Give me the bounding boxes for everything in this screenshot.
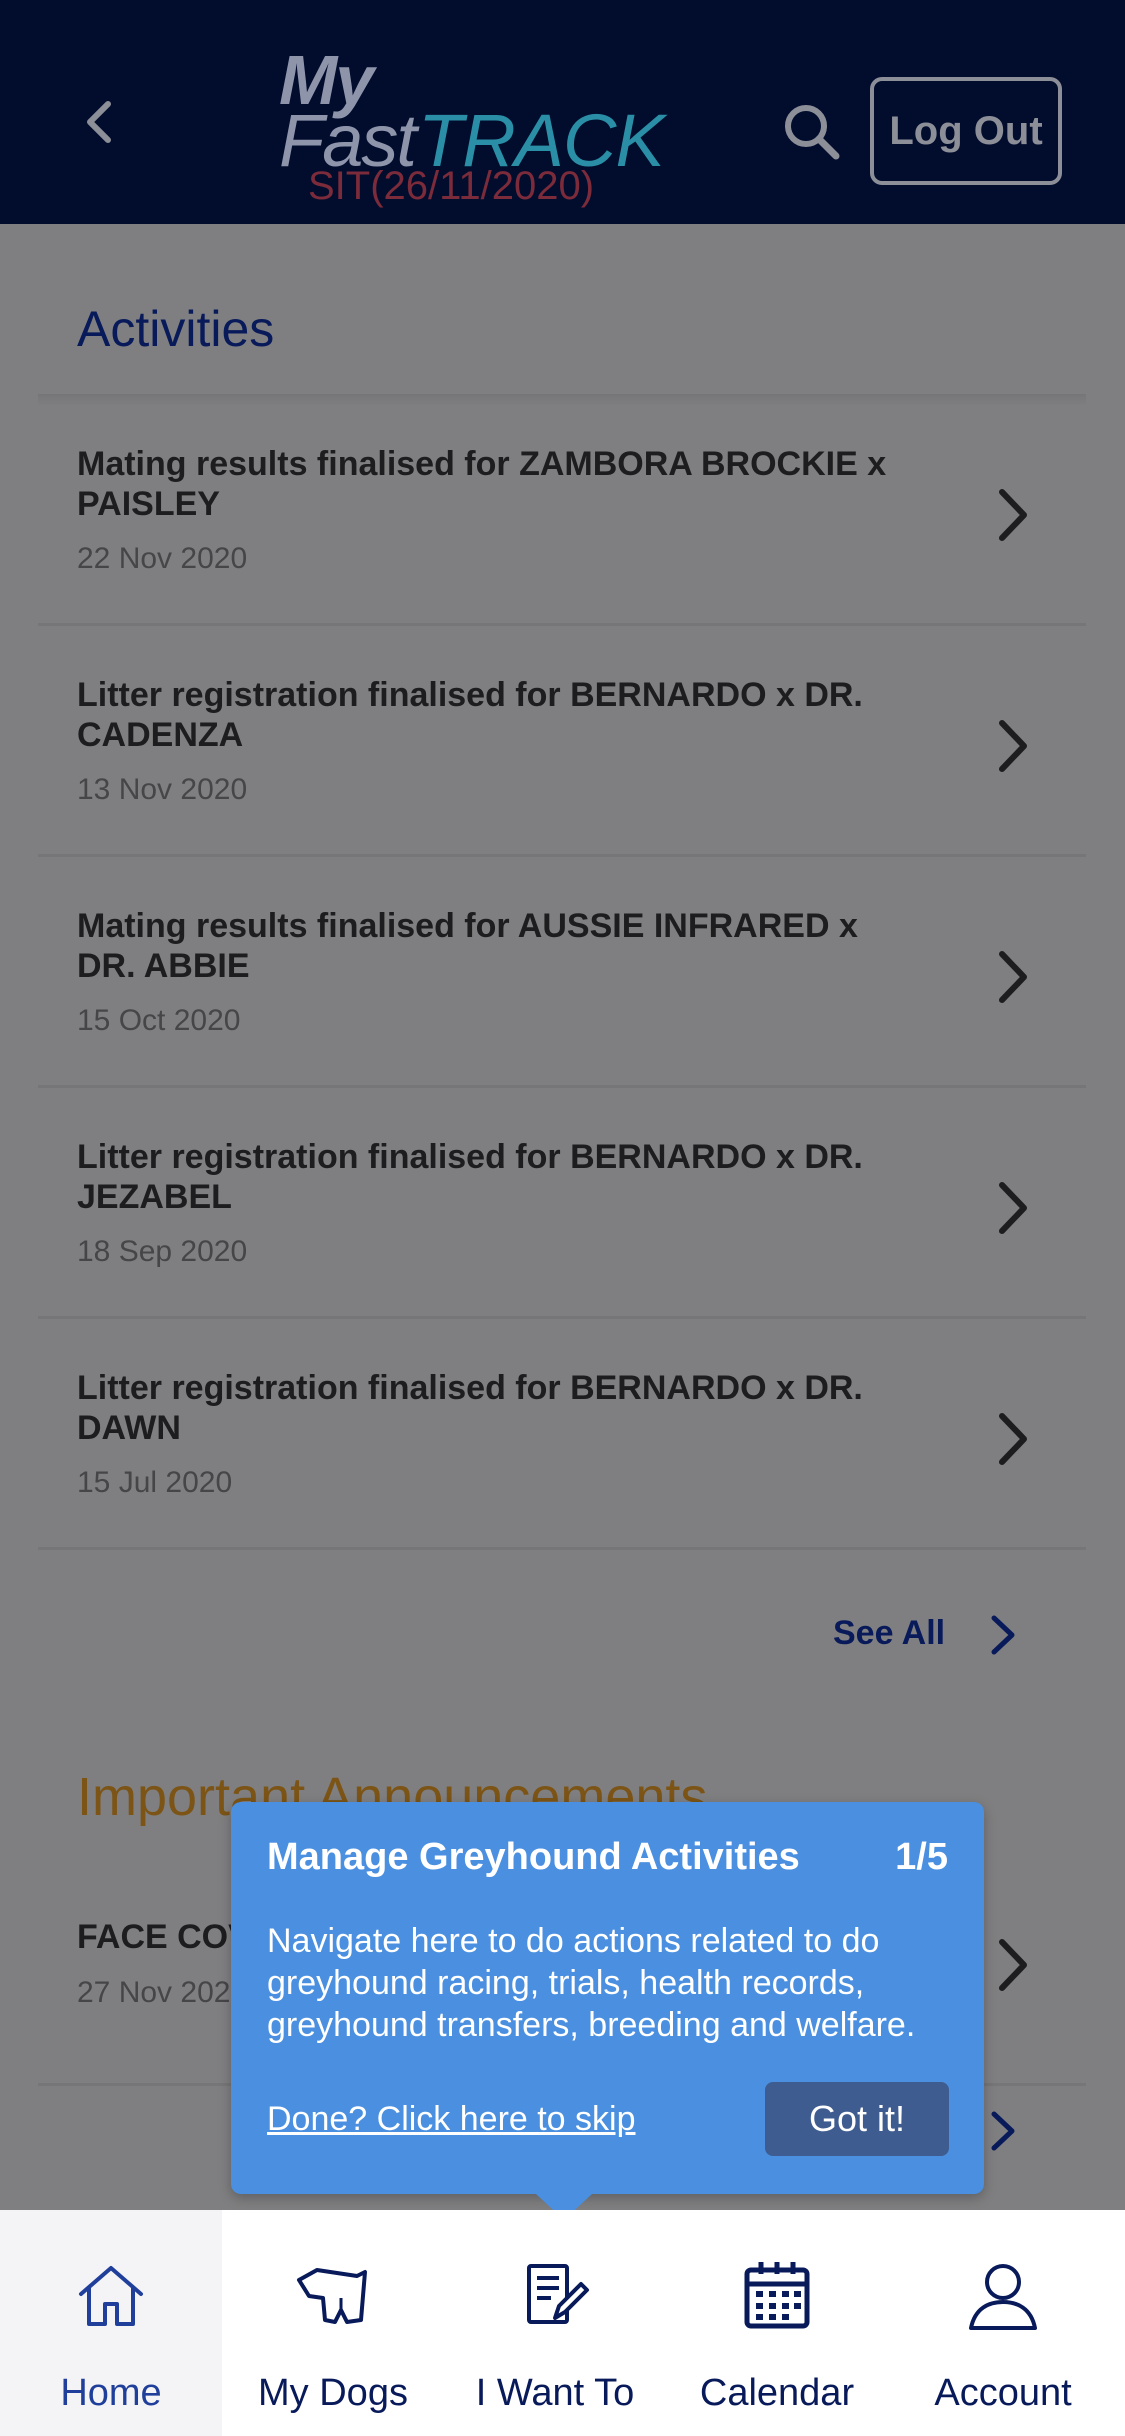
announcement-title: FACE COV (77, 1918, 251, 1956)
chevron-right-icon (999, 489, 1027, 541)
activity-title: Mating results finalised for AUSSIE INFR… (77, 907, 858, 985)
activity-item[interactable]: Litter registration finalised for BERNAR… (38, 1093, 1086, 1319)
see-all-activities-link[interactable]: See All (38, 1574, 1086, 1692)
search-icon (785, 105, 840, 160)
app-header: My Fast TRACK SIT(26/11/2020) Log Out (0, 0, 1125, 224)
tab-i-want-to[interactable]: I Want To (444, 2210, 666, 2436)
got-it-button[interactable]: Got it! (765, 2082, 949, 2156)
activity-date: 15 Oct 2020 (77, 1004, 241, 1037)
activity-title: Litter registration finalised for BERNAR… (77, 1369, 863, 1447)
tab-home[interactable]: Home (0, 2210, 222, 2436)
tab-label: Home (60, 2372, 162, 2414)
edit-document-icon (527, 2264, 589, 2324)
chevron-left-icon (87, 101, 111, 143)
tooltip-step-counter: 1/5 (895, 1836, 948, 1878)
activity-date: 18 Sep 2020 (77, 1235, 248, 1268)
activity-item[interactable]: Mating results finalised for ZAMBORA BRO… (38, 400, 1086, 626)
activity-item[interactable]: Litter registration finalised for BERNAR… (38, 631, 1086, 857)
bottom-tab-bar: Home My Dogs I Want To Calendar Account (0, 2210, 1125, 2436)
chevron-right-icon (999, 1413, 1027, 1465)
calendar-icon (744, 2262, 810, 2329)
chevron-right-icon[interactable] (982, 2106, 1022, 2156)
activity-title: Mating results finalised for ZAMBORA BRO… (77, 445, 887, 523)
activities-title: Activities (77, 301, 275, 357)
chevron-right-icon (999, 1939, 1027, 1991)
activity-item[interactable]: Litter registration finalised for BERNAR… (38, 1324, 1086, 1550)
tab-calendar[interactable]: Calendar (666, 2210, 888, 2436)
activity-date: 13 Nov 2020 (77, 773, 248, 806)
chevron-right-icon (991, 1615, 1015, 1655)
chevron-right-icon (999, 1182, 1027, 1234)
app-logo: My Fast TRACK SIT(26/11/2020) (275, 40, 675, 220)
search-button[interactable] (780, 100, 844, 164)
announcement-date: 27 Nov 202 (77, 1976, 231, 2009)
chevron-right-icon (999, 951, 1027, 1003)
activity-date: 22 Nov 2020 (77, 542, 248, 575)
tooltip-body: Navigate here to do actions related to d… (267, 1922, 916, 2044)
tab-my-dogs[interactable]: My Dogs (222, 2210, 444, 2436)
chevron-right-icon (999, 720, 1027, 772)
see-all-label: See All (833, 1614, 946, 1652)
activity-title: Litter registration finalised for BERNAR… (77, 676, 863, 754)
tab-label: My Dogs (258, 2372, 408, 2414)
back-button[interactable] (70, 92, 130, 152)
tab-label: Calendar (699, 2372, 855, 2414)
tab-label: Account (934, 2372, 1072, 2414)
tab-label: I Want To (475, 2372, 635, 2414)
activity-item[interactable]: Mating results finalised for AUSSIE INFR… (38, 862, 1086, 1088)
tooltip-title: Manage Greyhound Activities (267, 1836, 800, 1878)
onboarding-tooltip: Manage Greyhound Activities 1/5 Navigate… (231, 1802, 984, 2194)
dog-icon (297, 2268, 367, 2324)
account-icon (969, 2264, 1037, 2330)
skip-tour-link[interactable]: Done? Click here to skip (267, 2100, 636, 2139)
tab-account[interactable]: Account (892, 2210, 1114, 2436)
environment-label: SIT(26/11/2020) (308, 164, 595, 208)
activities-card: Activities Mating results finalised for … (38, 264, 1086, 1692)
logout-button[interactable]: Log Out (870, 77, 1062, 185)
home-icon (79, 2266, 143, 2326)
activity-date: 15 Jul 2020 (77, 1466, 233, 1499)
activity-title: Litter registration finalised for BERNAR… (77, 1138, 863, 1216)
